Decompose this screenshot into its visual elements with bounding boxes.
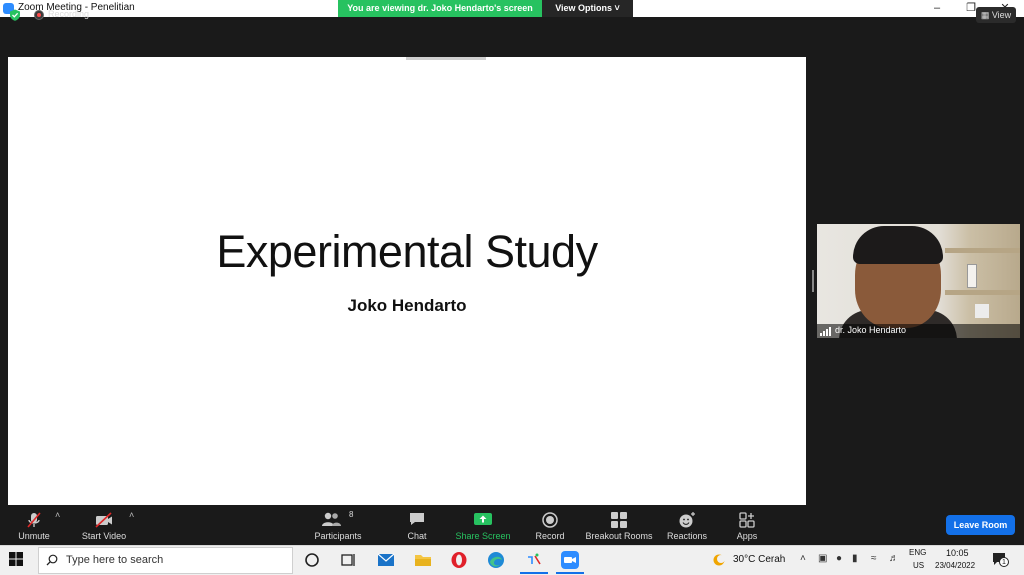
video-object [967,264,977,288]
video-shelf [945,248,1020,253]
breakout-rooms-icon [611,512,627,528]
view-button[interactable]: ▦ View [976,7,1016,23]
file-explorer-icon[interactable] [413,550,433,570]
reactions-smiley-icon [679,512,695,528]
participant-hair [853,226,943,264]
participants-count: 8 [349,510,354,519]
panel-splitter-handle[interactable] [812,270,814,292]
start-video-button[interactable]: Start Video [76,507,132,543]
chat-bubble-icon [410,513,424,525]
slide-subtitle: Joko Hendarto [347,296,467,315]
video-options-caret[interactable]: ˄ [129,510,134,520]
security-shield-icon[interactable] [9,9,21,21]
participants-button[interactable]: 8 Participants [312,507,364,543]
participant-video-tile[interactable] [817,224,1020,338]
weather-text[interactable]: 30°C Cerah [733,554,785,565]
chevron-down-icon: ˅ [614,3,620,13]
keyboard-layout-indicator[interactable]: US [913,561,924,570]
participant-name: dr. Joko Hendarto [835,325,907,335]
wifi-icon[interactable]: ≈ [871,553,877,564]
edge-browser-icon[interactable] [486,550,506,570]
record-label: Record [535,531,565,541]
cortana-icon[interactable] [302,550,322,570]
clock-time[interactable]: 10:05 [946,548,969,558]
breakout-rooms-label: Breakout Rooms [585,531,653,541]
colorful-app-icon[interactable] [524,550,544,570]
meet-now-icon[interactable]: ▣ [818,553,827,564]
task-view-icon[interactable] [338,550,358,570]
record-button[interactable]: Record [530,507,570,543]
active-app-indicator [556,572,584,574]
apps-icon [739,512,755,528]
windows-start-icon[interactable] [9,552,23,566]
view-label: View [991,10,1012,20]
audio-options-caret[interactable]: ˄ [55,510,60,520]
weather-sun-icon[interactable] [712,553,726,567]
chevron-up-icon[interactable]: ˄ [800,553,806,564]
apps-label: Apps [736,531,758,541]
view-options-button[interactable]: View Options ˅ [542,0,633,17]
speaker-icon[interactable]: ♬ [889,553,899,564]
search-placeholder: Type here to search [66,554,164,566]
active-app-indicator [520,572,548,574]
chat-label: Chat [407,531,427,541]
notification-count-badge: 1 [999,557,1009,567]
minimize-button[interactable]: – [920,0,954,17]
share-screen-icon [474,513,492,525]
share-toolbar-tab[interactable] [406,57,486,60]
zoom-taskbar-icon[interactable] [560,550,580,570]
participants-label: Participants [314,531,362,541]
shared-screen [8,57,806,505]
participants-icon [322,512,341,526]
microphone-icon[interactable]: ● [836,553,842,564]
recording-icon[interactable] [34,10,44,20]
viewing-banner: You are viewing dr. Joko Hendarto's scre… [338,0,542,17]
battery-icon[interactable]: ▮ [852,553,858,564]
recording-label: Recording [48,9,90,19]
clock-date[interactable]: 23/04/2022 [935,561,975,570]
search-icon [46,554,58,566]
microphone-muted-icon [27,512,41,528]
share-screen-label: Share Screen [455,531,511,541]
meeting-toolbar [0,505,1024,545]
breakout-rooms-button[interactable]: Breakout Rooms [584,507,654,543]
unmute-button[interactable]: Unmute [10,507,58,543]
signal-strength-icon [820,327,831,336]
reactions-button[interactable]: Reactions [664,507,710,543]
mail-icon[interactable] [376,550,396,570]
video-shelf [945,290,1020,295]
unmute-label: Unmute [18,531,50,541]
language-indicator[interactable]: ENG [909,548,926,557]
meeting-top-bar [0,17,1024,47]
slide-title: Experimental Study [216,226,598,277]
share-screen-button[interactable]: Share Screen [454,507,512,543]
video-camera-off-icon [95,512,112,528]
grid-icon: ▦ [980,10,992,20]
opera-browser-icon[interactable] [449,550,469,570]
chat-button[interactable]: Chat [398,507,436,543]
view-options-label: View Options [555,3,613,13]
reactions-label: Reactions [666,531,708,541]
apps-button[interactable]: Apps [730,507,764,543]
record-icon [542,512,558,528]
start-video-label: Start Video [81,531,127,541]
leave-room-button[interactable]: Leave Room [946,515,1015,535]
video-object [975,304,989,318]
